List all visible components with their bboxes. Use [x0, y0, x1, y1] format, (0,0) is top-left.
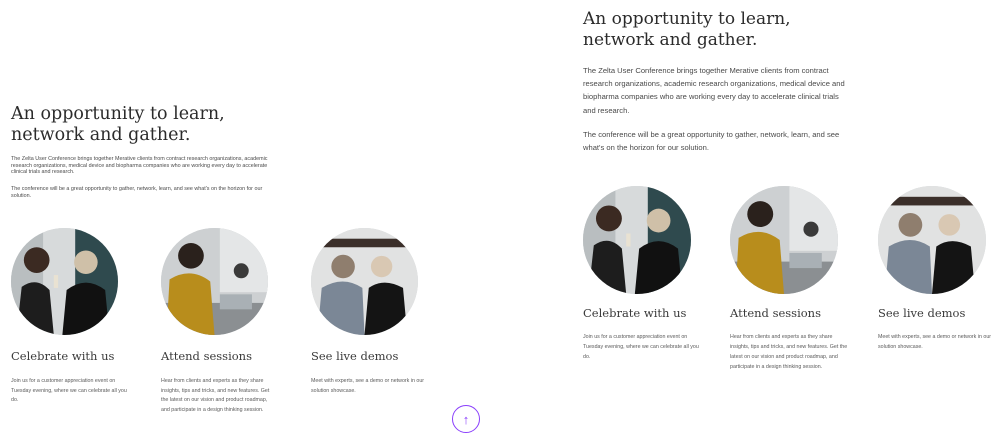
arrow-up-icon: ↑: [462, 411, 470, 427]
section-title: An opportunity to learn, network and gat…: [583, 9, 791, 50]
card-description: Hear from clients and experts as they sh…: [161, 378, 270, 413]
sessions-photo: [161, 228, 268, 335]
card-description: Meet with experts, see a demo or network…: [878, 334, 992, 350]
left-panel: An opportunity to learn, network and gat…: [0, 0, 480, 433]
card-description: Join us for a customer appreciation even…: [583, 334, 699, 360]
demos-photo: [311, 228, 418, 335]
intro-paragraph: The Zelta User Conference brings togethe…: [11, 156, 268, 176]
conference-paragraph: The conference will be a great opportuni…: [583, 130, 840, 153]
back-to-top-button[interactable]: ↑: [452, 405, 480, 433]
intro-paragraph: The Zelta User Conference brings togethe…: [583, 66, 845, 115]
card-title: Attend sessions: [730, 306, 821, 320]
card-title: Celebrate with us: [11, 349, 115, 363]
celebration-photo: [583, 186, 691, 294]
card-title: See live demos: [878, 306, 966, 320]
card-title: Attend sessions: [161, 349, 252, 363]
demos-photo: [878, 186, 986, 294]
card-title: Celebrate with us: [583, 306, 687, 320]
conference-paragraph: The conference will be a great opportuni…: [11, 186, 263, 199]
right-panel: An opportunity to learn, network and gat…: [572, 0, 992, 433]
section-title: An opportunity to learn, network and gat…: [11, 104, 225, 145]
card-description: Hear from clients and experts as they sh…: [730, 334, 848, 370]
card-title: See live demos: [311, 349, 399, 363]
sessions-photo: [730, 186, 838, 294]
card-description: Meet with experts, see a demo or network…: [311, 378, 425, 394]
celebration-photo: [11, 228, 118, 335]
card-description: Join us for a customer appreciation even…: [11, 378, 127, 403]
